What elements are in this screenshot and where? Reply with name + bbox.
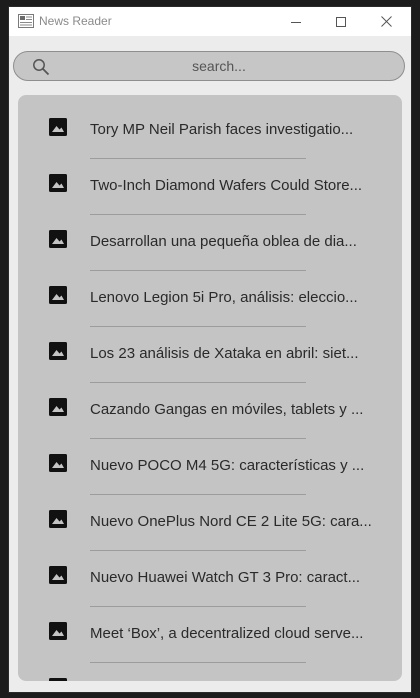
article-title: Two-Inch Diamond Wafers Could Store... (90, 177, 363, 194)
title-bar[interactable]: News Reader (9, 7, 411, 36)
list-item[interactable]: Cazando Gangas en móviles, tablets y ... (18, 377, 402, 439)
article-title: Lenovo Legion 5i Pro, análisis: eleccio.… (90, 289, 358, 306)
minimize-button[interactable] (273, 7, 319, 36)
list-item[interactable]: Nuevo OnePlus Nord CE 2 Lite 5G: cara... (18, 489, 402, 551)
image-icon (49, 230, 67, 248)
list-item[interactable]: Desarrollan una pequeña oblea de dia... (18, 209, 402, 271)
image-icon (49, 566, 67, 584)
list-divider (90, 662, 306, 663)
list-item[interactable]: Two-Inch Diamond Wafers Could Store... (18, 153, 402, 215)
search-icon (33, 59, 50, 76)
list-item-partial[interactable] (49, 678, 67, 681)
app-icon (18, 14, 34, 28)
article-title: Tory MP Neil Parish faces investigatio..… (90, 121, 354, 138)
image-icon (49, 174, 67, 192)
article-title: Nuevo Huawei Watch GT 3 Pro: caract... (90, 569, 361, 586)
maximize-icon (336, 16, 346, 27)
search-input[interactable] (54, 52, 384, 80)
image-icon (49, 118, 67, 136)
list-item[interactable]: Los 23 análisis de Xataka en abril: siet… (18, 321, 402, 383)
minimize-icon (291, 21, 301, 23)
list-item[interactable]: Nuevo POCO M4 5G: características y ... (18, 433, 402, 495)
app-window: News Reader Tory MP Neil Parish faces in… (9, 7, 411, 692)
article-title: Los 23 análisis de Xataka en abril: siet… (90, 345, 359, 362)
list-item[interactable]: Nuevo Huawei Watch GT 3 Pro: caract... (18, 545, 402, 607)
close-button[interactable] (363, 7, 409, 36)
list-item[interactable]: Tory MP Neil Parish faces investigatio..… (18, 97, 402, 159)
list-item[interactable]: Lenovo Legion 5i Pro, análisis: eleccio.… (18, 265, 402, 327)
image-icon (49, 286, 67, 304)
image-icon (49, 622, 67, 640)
maximize-button[interactable] (318, 7, 364, 36)
search-bar[interactable] (13, 51, 405, 81)
image-icon (49, 510, 67, 528)
window-title: News Reader (39, 14, 112, 28)
article-title: Nuevo POCO M4 5G: características y ... (90, 457, 365, 474)
close-icon (380, 16, 392, 27)
image-icon (49, 398, 67, 416)
image-icon (49, 454, 67, 472)
article-title: Nuevo OnePlus Nord CE 2 Lite 5G: cara... (90, 513, 372, 530)
article-title: Desarrollan una pequeña oblea de dia... (90, 233, 357, 250)
article-title: Meet ‘Box’, a decentralized cloud serve.… (90, 625, 364, 642)
article-title: Cazando Gangas en móviles, tablets y ... (90, 401, 364, 418)
list-item[interactable]: Meet ‘Box’, a decentralized cloud serve.… (18, 601, 402, 663)
image-icon (49, 342, 67, 360)
article-list[interactable]: Tory MP Neil Parish faces investigatio..… (18, 95, 402, 681)
